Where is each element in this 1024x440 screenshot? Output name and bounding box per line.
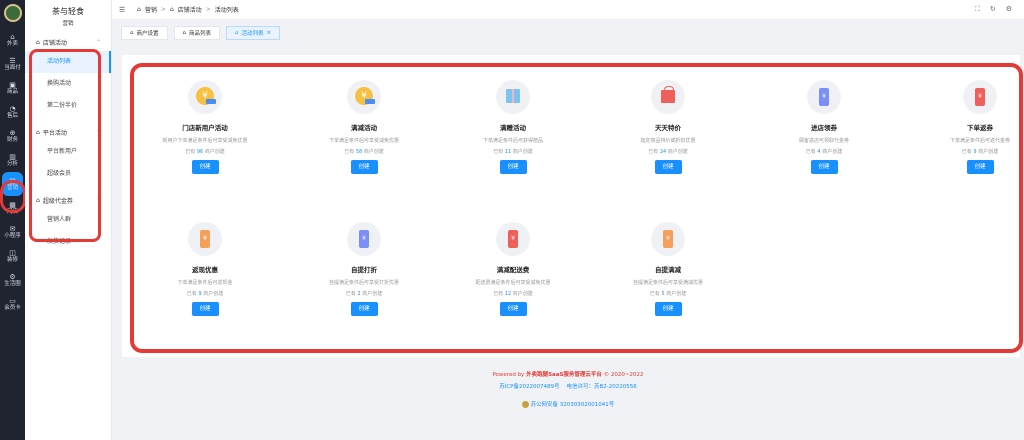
rail-label: 装修 xyxy=(6,256,18,263)
shop-icon: ⌂ xyxy=(169,6,174,13)
rail-label: 售后 xyxy=(6,112,18,119)
home-icon: ⌂ xyxy=(137,6,141,13)
breadcrumb-separator: > xyxy=(160,6,166,13)
rail-icon: ▥ xyxy=(9,152,16,161)
highlight-ring-sidebar xyxy=(29,49,101,242)
copyright: © 2020~2022 xyxy=(603,372,644,378)
rail-item-10[interactable]: ⚙ 生活圈 xyxy=(0,268,25,292)
powered-prefix: Powered by xyxy=(492,372,525,378)
breadcrumb-item-2[interactable]: 店铺活动 xyxy=(178,5,202,14)
footer-police: 苏公网安备 32030302001041号 xyxy=(112,400,1024,408)
collapse-menu-icon[interactable]: ☰ xyxy=(119,6,131,14)
rail-label: 当面付 xyxy=(4,64,21,71)
rail-label: 会员卡 xyxy=(4,304,21,311)
rail-icon: ☰ xyxy=(9,56,16,65)
rail-item-9[interactable]: ◫ 装修 xyxy=(0,244,25,268)
breadcrumb-item-3: 活动列表 xyxy=(214,7,239,14)
gear-icon[interactable]: ⚙ xyxy=(1006,5,1012,14)
rail-icon: ⊕ xyxy=(9,128,16,137)
rail-icon: ◔ xyxy=(9,104,16,113)
sidebar-group-label: 店铺活动 xyxy=(42,39,67,47)
rail-label: 分析 xyxy=(6,160,18,167)
tab-label: 商户设置 xyxy=(136,31,159,37)
rail-icon: ▣ xyxy=(9,80,16,89)
page-tabs: ⌂ 商户设置 ⌂ 商品列表 ⌂ 活动列表 × xyxy=(112,26,1024,42)
icp-link[interactable]: 苏ICP备2022007489号 xyxy=(499,384,559,390)
tab-merchant-settings[interactable]: ⌂ 商户设置 xyxy=(121,26,168,40)
telecom-link[interactable]: 电信许可：苏B2-20220556 xyxy=(567,384,637,390)
rail-label: 财务 xyxy=(6,136,18,143)
fullscreen-icon[interactable]: ⛶ xyxy=(975,5,980,14)
rail-item-8[interactable]: ✉ 小程序 xyxy=(0,220,25,244)
police-link[interactable]: 苏公网安备 32030302001041号 xyxy=(531,402,615,408)
footer-licenses: 苏ICP备2022007489号 电信许可：苏B2-20220556 xyxy=(112,382,1024,390)
breadcrumb: ⌂ 营销 > ⌂ 店铺活动 > 活动列表 xyxy=(137,5,239,14)
shop-icon: ⌂ xyxy=(130,30,134,36)
rail-icon: ▭ xyxy=(9,296,16,305)
top-header: ☰ ⌂ 营销 > ⌂ 店铺活动 > 活动列表 ⛶ ↻ ⚙ xyxy=(112,0,1024,20)
highlight-ring-rail xyxy=(0,180,26,213)
chevron-up-icon: ⌃ xyxy=(95,38,101,46)
rail-item-5[interactable]: ▥ 分析 xyxy=(0,148,25,172)
highlight-ring-panel xyxy=(130,63,1023,353)
rail-item-11[interactable]: ▭ 会员卡 xyxy=(0,292,25,316)
breadcrumb-separator: > xyxy=(205,6,211,13)
rail-item-4[interactable]: ⊕ 财务 xyxy=(0,124,25,148)
tab-activity-list[interactable]: ⌂ 活动列表 × xyxy=(226,26,281,40)
footer-powered: Powered by 外卖跑腿SaaS服务管理云平台 © 2020~2022 xyxy=(112,370,1024,378)
refresh-icon[interactable]: ↻ xyxy=(990,5,996,14)
breadcrumb-item-1[interactable]: 营销 xyxy=(145,5,157,14)
rail-item-3[interactable]: ◔ 售后 xyxy=(0,100,25,124)
rail-icon: ◫ xyxy=(9,248,16,257)
rail-label: 外卖 xyxy=(6,40,18,47)
shop-icon: ⌂ xyxy=(235,30,239,36)
primary-nav-rail: ⌂ 外卖 ☰ 当面付 ▣ 商品 ◔ 售后 ⊕ 财务 ▥ 分析 ▤ 营销 ▦ 门店 ✉ 小程序 ◫ 装修 ⚙ 生活圈 ▭ 会员卡 xyxy=(0,0,25,440)
close-icon[interactable]: × xyxy=(267,30,272,36)
shop-icon: ⌂ xyxy=(182,30,187,36)
tab-label: 商品列表 xyxy=(189,31,212,37)
rail-icon: ✉ xyxy=(9,224,16,233)
sidebar-section-title: 营销 xyxy=(62,21,74,27)
rail-item-1[interactable]: ☰ 当面付 xyxy=(0,52,25,76)
rail-label: 商品 xyxy=(6,88,18,95)
platform-brand: 外卖跑腿SaaS服务管理云平台 xyxy=(526,372,602,378)
rail-item-2[interactable]: ▣ 商品 xyxy=(0,76,25,100)
rail-icon: ⚙ xyxy=(9,272,16,281)
store-logo xyxy=(3,4,22,22)
tab-product-list[interactable]: ⌂ 商品列表 xyxy=(173,26,221,40)
police-badge-icon xyxy=(521,401,529,408)
rail-label: 小程序 xyxy=(4,232,21,239)
tab-label: 活动列表 xyxy=(241,31,264,37)
rail-icon: ⌂ xyxy=(10,32,15,41)
store-name: 茶与轻食 xyxy=(52,7,84,16)
rail-item-0[interactable]: ⌂ 外卖 xyxy=(0,28,25,52)
rail-label: 生活圈 xyxy=(4,280,21,287)
shop-icon: ⌂ xyxy=(36,38,40,46)
